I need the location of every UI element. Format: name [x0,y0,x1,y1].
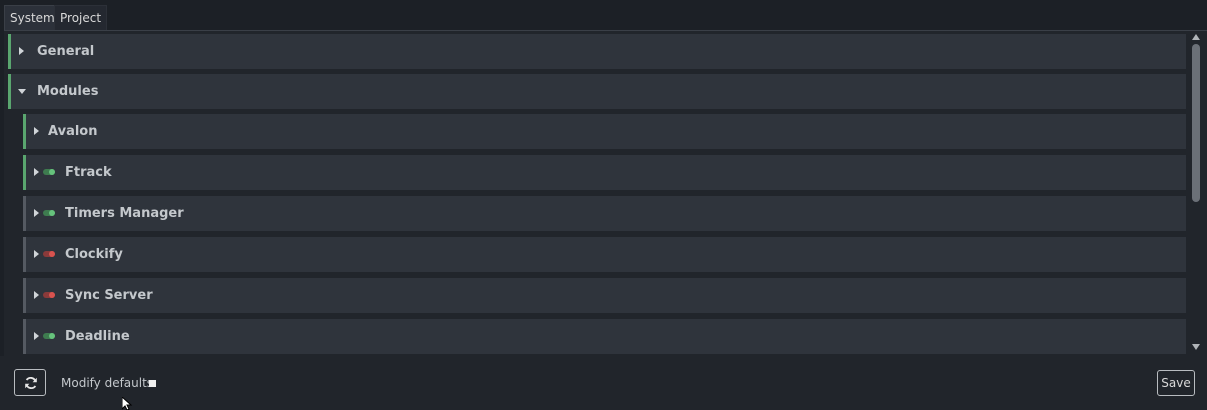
tree-item-label: Ftrack [65,165,112,180]
chevron-right-icon[interactable] [19,47,24,55]
modify-defaults-checkbox[interactable] [149,380,156,387]
tree-item-label: Sync Server [65,288,153,303]
footer-bar: Modify defaults Save [0,356,1207,410]
module-enabled-toggle[interactable] [43,333,55,339]
chevron-right-icon[interactable] [34,332,39,340]
tree-item-label: Avalon [48,124,98,139]
tree-item-avalon[interactable]: Avalon [23,114,1186,149]
chevron-right-icon[interactable] [34,291,39,299]
tab-bar: System Project [0,0,1207,31]
modify-defaults-label: Modify defaults [61,376,154,390]
tree-item-label: Modules [37,84,99,99]
tree-item-label: Clockify [65,247,123,262]
settings-tree: General Modules Avalon Ftrack Timers Man… [4,30,1207,356]
chevron-down-icon[interactable] [18,89,26,94]
vertical-scrollbar[interactable] [1190,30,1203,356]
module-enabled-toggle[interactable] [43,169,55,175]
chevron-right-icon[interactable] [34,168,39,176]
tree-item-deadline[interactable]: Deadline [23,319,1186,354]
tree-item-modules[interactable]: Modules [8,74,1186,109]
scrollbar-thumb[interactable] [1192,44,1200,202]
module-enabled-toggle[interactable] [43,251,55,257]
scroll-up-arrow-icon[interactable] [1192,34,1200,40]
module-enabled-toggle[interactable] [43,210,55,216]
refresh-button[interactable] [14,369,46,396]
module-enabled-toggle[interactable] [43,292,55,298]
tab-system[interactable]: System [4,5,61,30]
save-button[interactable]: Save [1157,370,1195,396]
scroll-down-arrow-icon[interactable] [1192,344,1200,350]
tree-item-label: General [37,44,95,59]
refresh-icon [25,376,37,390]
chevron-right-icon[interactable] [34,209,39,217]
tree-item-label: Deadline [65,329,130,344]
tree-item-general[interactable]: General [8,34,1186,69]
tree-item-clockify[interactable]: Clockify [23,237,1186,272]
tab-project[interactable]: Project [54,5,108,30]
tree-item-ftrack[interactable]: Ftrack [23,155,1186,190]
tree-item-label: Timers Manager [65,206,184,221]
tree-item-timers-manager[interactable]: Timers Manager [23,196,1186,231]
chevron-right-icon[interactable] [34,127,39,135]
tree-item-sync-server[interactable]: Sync Server [23,278,1186,313]
chevron-right-icon[interactable] [34,250,39,258]
mouse-cursor-icon [122,397,133,410]
